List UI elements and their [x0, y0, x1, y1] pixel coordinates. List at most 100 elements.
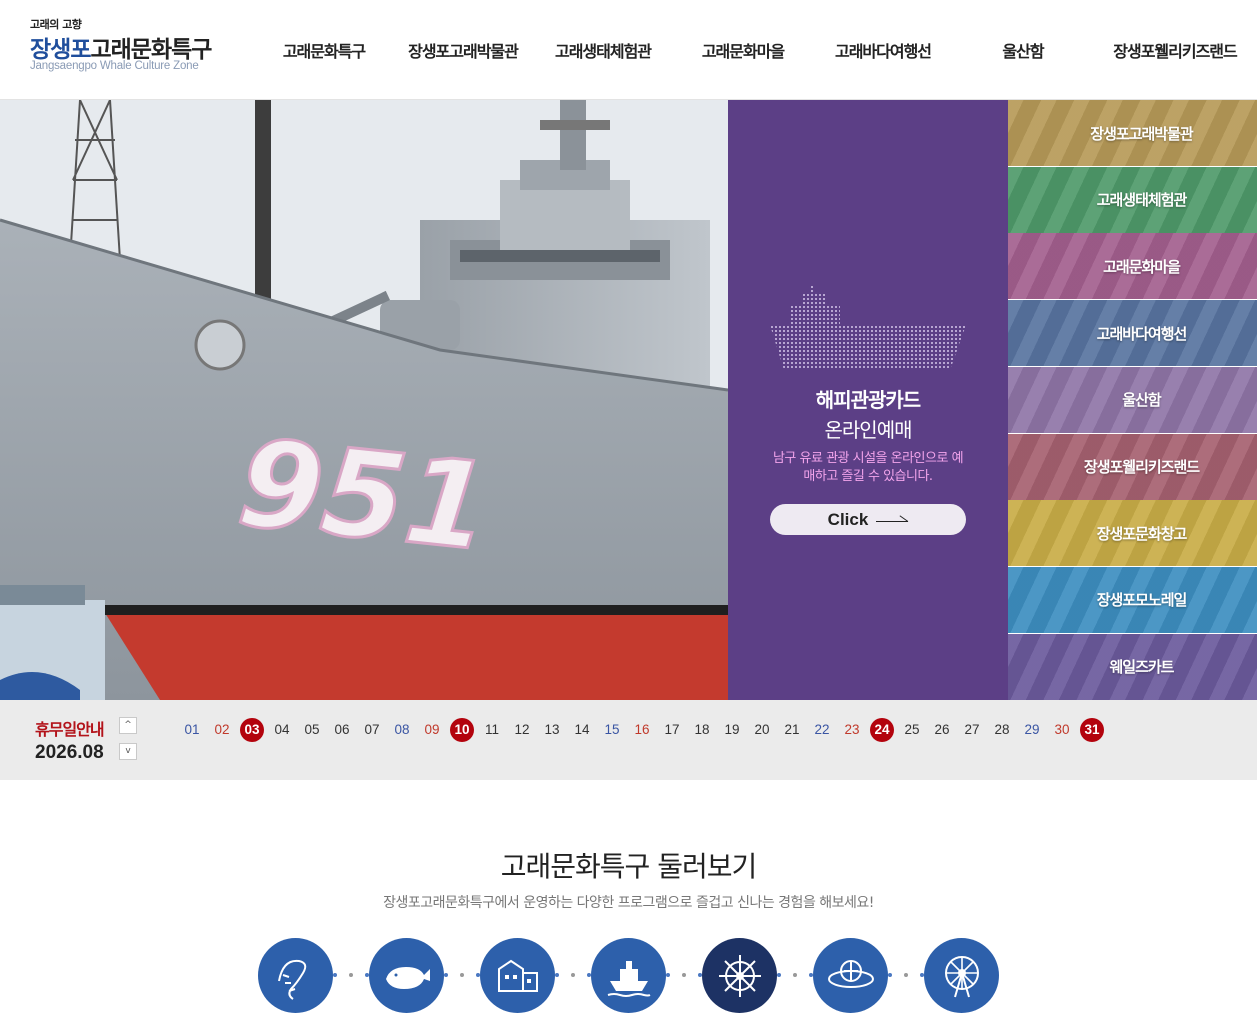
- calendar-day: 01: [184, 722, 200, 737]
- quick-link-label: 장생포문화창고: [1096, 524, 1188, 543]
- connector-dots: [444, 972, 480, 978]
- calendar-day: 06: [334, 722, 350, 737]
- attraction-circle-2[interactable]: [480, 938, 555, 1013]
- attraction-circle-3[interactable]: [591, 938, 666, 1013]
- hero-section: 951 해피관광카드 온라인예매 남구 유료 관광 시설을 온라인으로 예매하고…: [0, 100, 1257, 700]
- quick-link-label: 울산함: [1122, 391, 1161, 410]
- calendar-day: 18: [694, 722, 710, 737]
- ship-dots-icon: [770, 285, 966, 370]
- chevron-up-icon: ^: [124, 720, 132, 730]
- calendar-day: 23: [844, 722, 860, 737]
- calendar-day: 05: [304, 722, 320, 737]
- nav-item-0[interactable]: 고래문화특구: [255, 38, 393, 62]
- holiday-day: 03: [237, 718, 267, 742]
- holiday-day: 24: [867, 718, 897, 742]
- quick-link-3[interactable]: 고래바다여행선: [1008, 300, 1257, 367]
- card-click-button[interactable]: Click: [770, 504, 966, 535]
- calendar-day: 29: [1024, 722, 1040, 737]
- village-icon: [497, 959, 538, 992]
- quick-links: 장생포고래박물관고래생태체험관고래문화마을고래바다여행선울산함장생포웰리키즈랜드…: [1008, 100, 1257, 700]
- calendar-day: 20: [754, 722, 770, 737]
- calendar-day: 02: [214, 722, 230, 737]
- attraction-circle-5[interactable]: [813, 938, 888, 1013]
- calendar-day: 26: [934, 722, 950, 737]
- nav-item-3[interactable]: 고래문화마을: [673, 38, 813, 62]
- holiday-day: 10: [447, 718, 477, 742]
- connector-dots: [888, 972, 924, 978]
- quick-link-label: 장생포웰리키즈랜드: [1083, 458, 1200, 476]
- calendar-day: 08: [394, 722, 410, 737]
- calendar-day: 12: [514, 722, 530, 737]
- calendar-day: 11: [484, 722, 499, 737]
- card-title: 해피관광카드: [815, 388, 921, 412]
- calendar-day: 19: [724, 722, 740, 737]
- ship-wheel-icon: [718, 954, 761, 997]
- monorail-icon: [827, 959, 874, 988]
- quick-link-label: 장생포고래박물관: [1090, 124, 1193, 143]
- prev-month-button[interactable]: ^: [119, 717, 137, 734]
- chevron-down-icon: v: [125, 746, 131, 756]
- holiday-day: 31: [1077, 718, 1107, 742]
- card-description: 남구 유료 관광 시설을 온라인으로 예매하고 즐길 수 있습니다.: [772, 451, 964, 484]
- nav-item-6[interactable]: 장생포웰리키즈랜드: [1093, 38, 1257, 62]
- calendar-day: 13: [544, 722, 560, 737]
- overview-description: 장생포고래문화특구에서 운영하는 다양한 프로그램으로 즐겁고 신나는 경험을 …: [383, 895, 874, 911]
- site-header: 고래의 고향 장생포고래문화특구 Jangsaengpo Whale Cultu…: [0, 0, 1257, 100]
- quick-link-1[interactable]: 고래생태체험관: [1008, 166, 1257, 233]
- quick-link-8[interactable]: 웨일즈카트: [1008, 633, 1257, 700]
- quick-link-5[interactable]: 장생포웰리키즈랜드: [1008, 433, 1257, 500]
- hull-number: 951: [232, 414, 496, 578]
- holiday-label: 휴무일안내: [35, 720, 105, 739]
- attraction-circle-0[interactable]: [258, 938, 333, 1013]
- warship-photo: 951: [0, 100, 728, 700]
- calendar-day: 09: [424, 722, 440, 737]
- site-logo[interactable]: 고래의 고향 장생포고래문화특구 Jangsaengpo Whale Cultu…: [30, 16, 250, 80]
- calendar-day: 04: [274, 722, 290, 737]
- ferris-wheel-icon: [944, 955, 979, 997]
- calendar-day: 07: [364, 722, 380, 737]
- logo-english: Jangsaengpo Whale Culture Zone: [30, 60, 199, 72]
- quick-link-label: 웨일즈카트: [1109, 658, 1174, 677]
- main-nav: 고래문화특구 장생포고래박물관 고래생태체험관 고래문화마을 고래바다여행선 울산함 장생포…: [255, 0, 1257, 100]
- cruise-ship-icon: [607, 960, 650, 997]
- calendar-day: 17: [664, 722, 680, 737]
- quick-link-label: 고래생태체험관: [1096, 191, 1188, 210]
- nav-item-2[interactable]: 고래생태체험관: [533, 38, 673, 62]
- arrow-right-icon: [876, 512, 909, 522]
- quick-link-7[interactable]: 장생포모노레일: [1008, 566, 1257, 633]
- attraction-circle-1[interactable]: [369, 938, 444, 1013]
- connector-dots: [666, 972, 702, 978]
- quick-link-label: 고래문화마을: [1103, 257, 1181, 276]
- holiday-calendar: 휴무일안내 2026.08 ^ v 01 02 03 04 05 06 07 08 09 10 11…: [0, 700, 1257, 780]
- nav-item-5[interactable]: 울산함: [953, 38, 1093, 62]
- overview-title: 고래문화특구 둘러보기: [500, 850, 758, 883]
- connector-dots: [333, 972, 369, 978]
- calendar-day: 16: [634, 722, 650, 737]
- quick-link-0[interactable]: 장생포고래박물관: [1008, 100, 1257, 166]
- next-month-button[interactable]: v: [119, 743, 137, 760]
- calendar-day: 22: [814, 722, 830, 737]
- calendar-day: 30: [1054, 722, 1070, 737]
- calendar-day: 21: [784, 722, 800, 737]
- whale-icon: [385, 966, 430, 989]
- connector-dots: [555, 972, 591, 978]
- quick-link-4[interactable]: 울산함: [1008, 366, 1257, 433]
- whale-skeleton-icon: [277, 959, 306, 1000]
- card-subtitle: 온라인예매: [824, 418, 913, 442]
- quick-link-6[interactable]: 장생포문화창고: [1008, 500, 1257, 567]
- logo-title: 장생포고래문화특구: [30, 37, 212, 63]
- quick-link-2[interactable]: 고래문화마을: [1008, 233, 1257, 300]
- attraction-circle-6[interactable]: [924, 938, 999, 1013]
- happy-tour-card-panel: 해피관광카드 온라인예매 남구 유료 관광 시설을 온라인으로 예매하고 즐길 …: [728, 100, 1008, 700]
- calendar-day: 14: [574, 722, 590, 737]
- day-list: 01 02 03 04 05 06 07 08 09 10 11 12 13 14 15 16 17 18 19 20…: [177, 718, 1107, 742]
- calendar-day: 28: [994, 722, 1010, 737]
- quick-link-label: 장생포모노레일: [1096, 591, 1188, 610]
- calendar-day: 15: [604, 722, 620, 737]
- calendar-day: 27: [964, 722, 980, 737]
- connector-dots: [777, 972, 813, 978]
- nav-item-4[interactable]: 고래바다여행선: [813, 38, 953, 62]
- holiday-month: 2026.08: [35, 742, 104, 763]
- attraction-circle-4[interactable]: [702, 938, 777, 1013]
- nav-item-1[interactable]: 장생포고래박물관: [393, 38, 533, 62]
